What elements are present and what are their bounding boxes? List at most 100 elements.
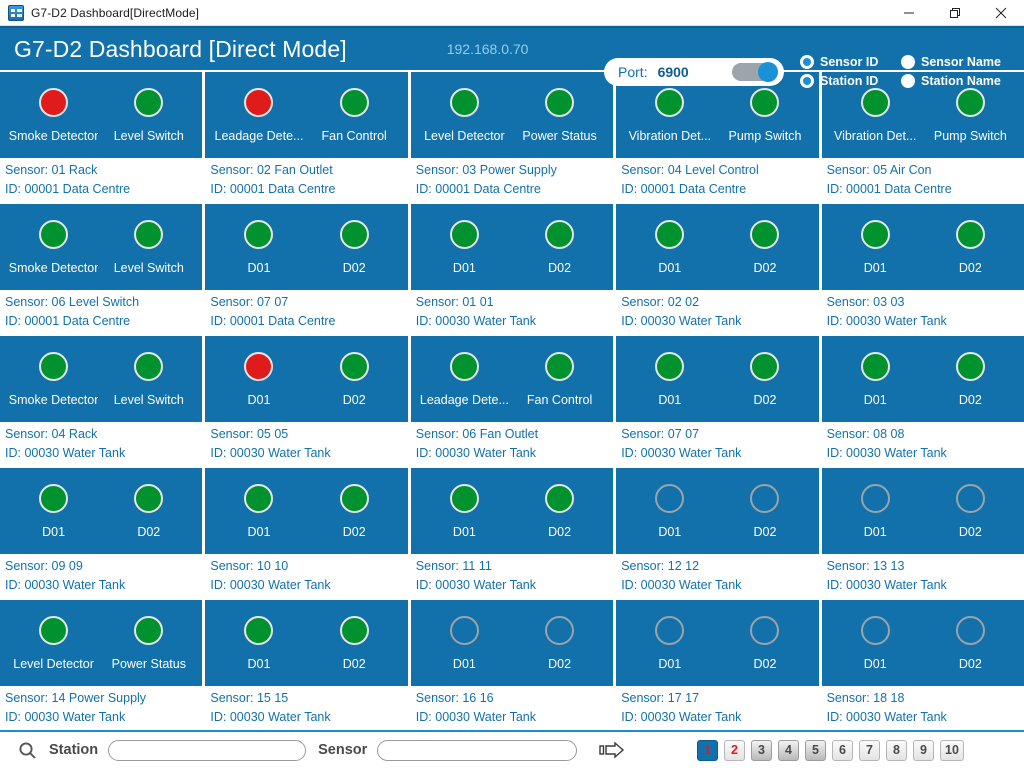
tile-channel[interactable]: D01: [417, 483, 512, 539]
sensor-tile[interactable]: D01 D02 Sensor: 07 07 ID: 00030 Water Tank: [616, 336, 819, 466]
sensor-tile[interactable]: D01 D02 Sensor: 13 13 ID: 00030 Water Tank: [821, 468, 1024, 598]
close-icon[interactable]: [978, 0, 1024, 26]
tile-info: Sensor: 17 17 ID: 00030 Water Tank: [616, 686, 819, 730]
tile-channel[interactable]: D02: [923, 351, 1018, 407]
tile-channel[interactable]: Level Switch: [101, 219, 196, 275]
status-led-on: [955, 219, 985, 249]
tile-channel[interactable]: D01: [211, 615, 306, 671]
tile-channel[interactable]: D01: [622, 615, 717, 671]
port-control[interactable]: Port: 6900: [604, 58, 784, 86]
sensor-tile[interactable]: Vibration Det... Pump Switch Sensor: 04 Le…: [616, 72, 819, 202]
tile-channel[interactable]: Pump Switch: [923, 87, 1018, 143]
page-button[interactable]: 6: [832, 739, 853, 761]
tile-channel[interactable]: D02: [923, 615, 1018, 671]
sensor-tile[interactable]: D01 D02 Sensor: 12 12 ID: 00030 Water Tank: [616, 468, 819, 598]
sensor-tile[interactable]: D01 D02 Sensor: 16 16 ID: 00030 Water Tank: [410, 600, 614, 730]
sensor-tile[interactable]: D01 D02 Sensor: 08 08 ID: 00030 Water Tank: [821, 336, 1024, 466]
page-button[interactable]: 4: [778, 739, 799, 761]
tile-channel[interactable]: D02: [307, 615, 402, 671]
sensor-tile[interactable]: Leadage Dete... Fan Control Sensor: 06 Fan…: [410, 336, 614, 466]
tile-channel[interactable]: D02: [307, 219, 402, 275]
tile-channel[interactable]: Level Detector: [417, 87, 512, 143]
sensor-search-input[interactable]: [377, 739, 578, 761]
page-button[interactable]: 1: [697, 739, 718, 761]
tile-channel[interactable]: D01: [622, 351, 717, 407]
sensor-tile[interactable]: Leadage Dete... Fan Control Sensor: 02 Fan…: [205, 72, 408, 202]
tile-channel[interactable]: D02: [512, 615, 607, 671]
station-search-input[interactable]: [108, 739, 307, 761]
tile-channel[interactable]: D02: [717, 219, 812, 275]
tile-channel[interactable]: D02: [923, 483, 1018, 539]
tile-channel[interactable]: D01: [417, 615, 512, 671]
sensor-tile[interactable]: Level Detector Power Status Sensor: 03 Pow…: [410, 72, 614, 202]
tile-channel[interactable]: D02: [717, 483, 812, 539]
radio-station-id[interactable]: Station ID: [800, 71, 895, 90]
page-button[interactable]: 10: [940, 739, 964, 761]
tile-id-text: ID: 00001 Data Centre: [5, 314, 131, 328]
page-button[interactable]: 8: [886, 739, 907, 761]
tile-channel[interactable]: D01: [211, 351, 306, 407]
sensor-tile[interactable]: Level Detector Power Status Sensor: 14 Pow…: [0, 600, 203, 730]
sensor-tile[interactable]: D01 D02 Sensor: 09 09 ID: 00030 Water Tank: [0, 468, 203, 598]
tile-channel[interactable]: D01: [417, 219, 512, 275]
tile-channel[interactable]: D01: [622, 483, 717, 539]
tile-channel[interactable]: D01: [211, 483, 306, 539]
tile-channel[interactable]: D01: [828, 483, 923, 539]
tile-channel[interactable]: D02: [923, 219, 1018, 275]
tile-channel[interactable]: D01: [828, 615, 923, 671]
page-button[interactable]: 9: [913, 739, 934, 761]
connection-toggle[interactable]: [732, 62, 778, 82]
tile-channel[interactable]: Smoke Detector: [6, 351, 101, 407]
sensor-tile[interactable]: D01 D02 Sensor: 11 11 ID: 00030 Water Tank: [410, 468, 614, 598]
sensor-tile[interactable]: Vibration Det... Pump Switch Sensor: 05 Ai…: [821, 72, 1024, 202]
tile-channel[interactable]: D01: [6, 483, 101, 539]
sensor-tile[interactable]: D01 D02 Sensor: 07 07 ID: 00001 Data Centre: [205, 204, 408, 334]
tile-channel[interactable]: D01: [622, 219, 717, 275]
tile-channel[interactable]: D01: [828, 219, 923, 275]
page-button[interactable]: 5: [805, 739, 826, 761]
tile-channel[interactable]: D02: [717, 615, 812, 671]
tile-channel[interactable]: Vibration Det...: [828, 87, 923, 143]
next-arrow-icon[interactable]: [599, 740, 629, 760]
tile-channel[interactable]: Pump Switch: [717, 87, 812, 143]
tile-channel[interactable]: Power Status: [101, 615, 196, 671]
tile-channel[interactable]: Fan Control: [512, 351, 607, 407]
tile-channel[interactable]: D01: [828, 351, 923, 407]
tile-channel[interactable]: Level Switch: [101, 87, 196, 143]
tile-channel[interactable]: D02: [101, 483, 196, 539]
sensor-tile[interactable]: D01 D02 Sensor: 01 01 ID: 00030 Water Tank: [410, 204, 614, 334]
maximize-icon[interactable]: [932, 0, 978, 26]
sensor-tile[interactable]: D01 D02 Sensor: 03 03 ID: 00030 Water Tank: [821, 204, 1024, 334]
minimize-icon[interactable]: [886, 0, 932, 26]
page-button[interactable]: 2: [724, 739, 745, 761]
tile-channel[interactable]: Vibration Det...: [622, 87, 717, 143]
tile-channel[interactable]: Leadage Dete...: [417, 351, 512, 407]
tile-channel[interactable]: D02: [512, 483, 607, 539]
tile-channel[interactable]: Level Switch: [101, 351, 196, 407]
sensor-tile[interactable]: Smoke Detector Level Switch Sensor: 04 Rac…: [0, 336, 203, 466]
sensor-tile[interactable]: Smoke Detector Level Switch Sensor: 01 Rac…: [0, 72, 203, 202]
radio-station-name[interactable]: Station Name: [901, 71, 1001, 90]
tile-channel[interactable]: Smoke Detector: [6, 87, 101, 143]
tile-channel[interactable]: Level Detector: [6, 615, 101, 671]
sensor-tile[interactable]: Smoke Detector Level Switch Sensor: 06 Lev…: [0, 204, 203, 334]
sensor-tile[interactable]: D01 D02 Sensor: 15 15 ID: 00030 Water Tank: [205, 600, 408, 730]
tile-channel[interactable]: Power Status: [512, 87, 607, 143]
sensor-tile[interactable]: D01 D02 Sensor: 17 17 ID: 00030 Water Tank: [616, 600, 819, 730]
page-button[interactable]: 3: [751, 739, 772, 761]
tile-channel[interactable]: D02: [717, 351, 812, 407]
tile-channel[interactable]: D01: [211, 219, 306, 275]
radio-sensor-name[interactable]: Sensor Name: [901, 52, 1001, 71]
page-button[interactable]: 7: [859, 739, 880, 761]
sensor-tile[interactable]: D01 D02 Sensor: 18 18 ID: 00030 Water Tank: [821, 600, 1024, 730]
sensor-tile[interactable]: D01 D02 Sensor: 02 02 ID: 00030 Water Tank: [616, 204, 819, 334]
tile-channel[interactable]: D02: [512, 219, 607, 275]
tile-channel[interactable]: D02: [307, 351, 402, 407]
radio-sensor-id[interactable]: Sensor ID: [800, 52, 895, 71]
tile-channel[interactable]: Fan Control: [307, 87, 402, 143]
tile-channel[interactable]: Smoke Detector: [6, 219, 101, 275]
sensor-tile[interactable]: D01 D02 Sensor: 10 10 ID: 00030 Water Tank: [205, 468, 408, 598]
tile-channel[interactable]: Leadage Dete...: [211, 87, 306, 143]
tile-channel[interactable]: D02: [307, 483, 402, 539]
sensor-tile[interactable]: D01 D02 Sensor: 05 05 ID: 00030 Water Tank: [205, 336, 408, 466]
